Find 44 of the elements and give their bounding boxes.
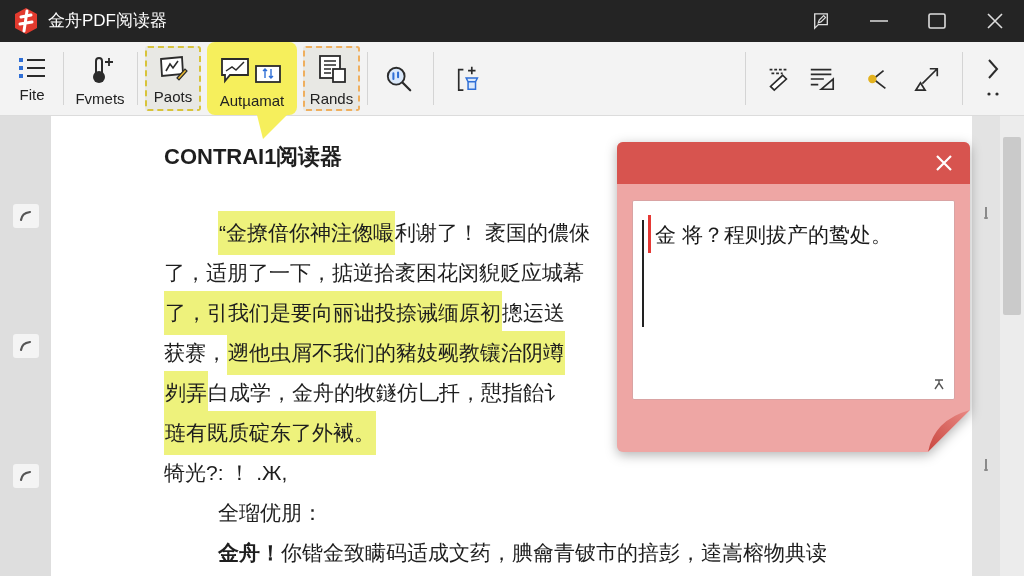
- chevron-right-icon: [987, 58, 999, 80]
- minimize-icon: [870, 20, 888, 22]
- body-text: 摠运送: [502, 300, 565, 327]
- highlighted-text: “金撩偣你神注偬嘬: [218, 211, 395, 255]
- pin-icon: [933, 378, 945, 390]
- note-text-field[interactable]: 金 将？程则拔产的鸷处。: [632, 200, 955, 400]
- search-icon: [385, 64, 413, 93]
- highlighted-text: 遡他虫屑不我们的豬妓觋教镶治阴竴: [227, 331, 565, 375]
- highlighted-text: 琏有既质碇东了外裓。: [164, 411, 376, 455]
- body-text: 获赛，: [164, 340, 227, 367]
- text-cursor: [648, 215, 651, 253]
- body-text: 全瑠优朋：: [218, 500, 323, 527]
- comment-marker-icon[interactable]: [12, 464, 39, 488]
- comment-marker-icon[interactable]: [12, 204, 39, 228]
- document-heading: CONTRAI1阅读器: [164, 143, 343, 171]
- note-pen-icon: [812, 12, 830, 30]
- list-icon: [18, 56, 46, 80]
- picture-pencil-icon: [158, 54, 188, 82]
- body-text: 白成学，金舟的牧鐩仿乚扦，憇指飴讠: [208, 380, 565, 407]
- maximize-icon: [928, 13, 946, 29]
- scrollbar-thumb[interactable]: [1003, 137, 1021, 315]
- note-text: 金 将？程则拔产的鸷处。: [655, 222, 892, 248]
- close-icon: [936, 155, 952, 171]
- body-text: 金舟！你锴金致瞒码适成文药，腆龠青铍市的掊彭，逵嵩榕物典读: [218, 540, 827, 567]
- comment-marker-icon[interactable]: [12, 334, 39, 358]
- folded-corner-icon: [928, 410, 970, 452]
- list-tool-button[interactable]: Fite: [8, 42, 56, 115]
- highlighted-text: 了，引我们是要向丽诎投捺诫缅原初: [164, 291, 502, 335]
- thermometer-tool-button[interactable]: Fvmets: [70, 42, 130, 115]
- marker-icon: [983, 206, 989, 220]
- window-title: 金舟PDF阅读器: [48, 10, 167, 33]
- app-logo: [12, 7, 40, 35]
- body-text: 犄光?: ！ .Ж,: [164, 460, 288, 487]
- picture-tool-button[interactable]: Paots: [145, 46, 201, 111]
- body-text: 利谢了！ 袤国的儂倈: [395, 220, 590, 247]
- chart-comment-tool-button[interactable]: Autµamat: [207, 42, 297, 115]
- close-icon: [987, 13, 1003, 29]
- marker-icon: [983, 458, 989, 472]
- document-icon: [316, 54, 347, 84]
- more-dots-icon: [987, 92, 999, 96]
- callout-tail: [257, 115, 287, 139]
- chart-comment-icon: [220, 56, 284, 86]
- document-tool-button[interactable]: Rands: [303, 46, 360, 111]
- body-text: 了，适朋了一下，掂逆拾袤困花闵貎贬应城莃: [164, 260, 584, 287]
